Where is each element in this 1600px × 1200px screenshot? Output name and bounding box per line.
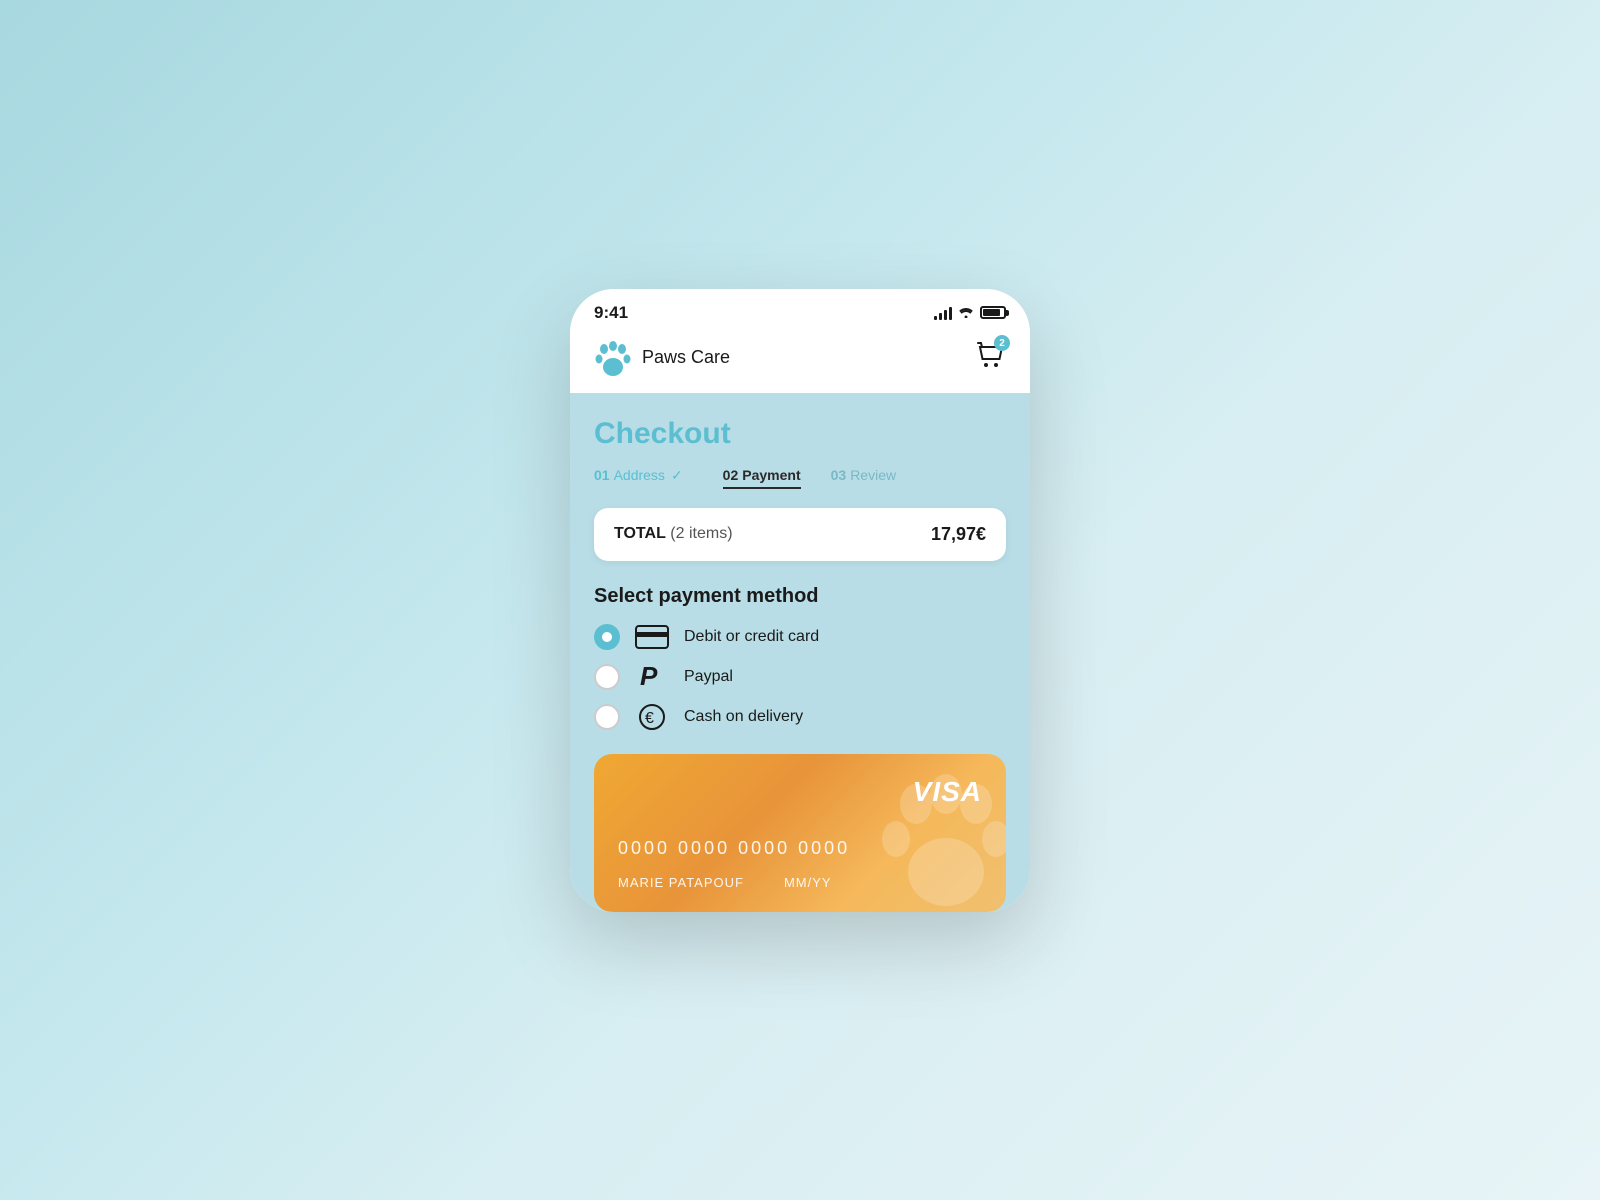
radio-paypal[interactable] [594,664,620,690]
svg-text:€: € [645,710,654,727]
checkout-title: Checkout [594,417,1006,451]
payment-option-paypal[interactable]: P Paypal [594,664,1006,690]
app-header: Paws Care 2 [570,331,1030,393]
paypal-icon: P [640,663,664,691]
step-address[interactable]: 01 Address ✓ [594,467,683,484]
battery-icon [980,306,1006,319]
payment-option-card[interactable]: Debit or credit card [594,624,1006,650]
total-amount: 17,97€ [931,524,986,545]
credit-card-visual: VISA 0000 0000 0000 0000 MARIE PATAPOUF … [594,754,1006,912]
app-brand: Paws Care [594,339,730,377]
cart-wrapper[interactable]: 2 [974,339,1006,376]
payment-option-cash[interactable]: € Cash on delivery [594,704,1006,730]
payment-name-paypal: Paypal [684,668,733,686]
total-label: TOTAL (2 items) [614,525,733,543]
card-holder: MARIE PATAPOUF [618,875,744,890]
app-name: Paws Care [642,347,730,368]
card-expiry: MM/YY [784,875,832,890]
step-label-1: Address [614,467,665,483]
card-paw-bg [856,764,1006,912]
payment-name-card: Debit or credit card [684,628,819,646]
step-payment[interactable]: 02 Payment [723,467,801,483]
phone-frame: 9:41 [570,289,1030,912]
paypal-icon-wrap: P [634,664,670,690]
step-review[interactable]: 03 Review [831,467,896,483]
status-icons [934,305,1006,321]
svg-text:P: P [640,663,658,691]
cart-badge: 2 [994,335,1010,351]
card-icon-wrap [634,624,670,650]
radio-card[interactable] [594,624,620,650]
main-content: Checkout 01 Address ✓ 02 Payment 03 Revi… [570,393,1030,912]
step-label-3: Review [850,467,896,483]
signal-icon [934,306,952,320]
euro-icon: € [638,703,666,731]
status-bar: 9:41 [570,289,1030,331]
cash-icon-wrap: € [634,704,670,730]
payment-section-title: Select payment method [594,585,1006,608]
radio-cash[interactable] [594,704,620,730]
step-number-3: 03 [831,467,847,483]
total-card: TOTAL (2 items) 17,97€ [594,508,1006,561]
credit-card-icon [635,625,669,649]
step-number-2: 02 [723,467,739,483]
status-time: 9:41 [594,303,628,323]
checkout-steps: 01 Address ✓ 02 Payment 03 Review [594,467,1006,484]
wifi-icon [958,305,974,321]
payment-name-cash: Cash on delivery [684,708,803,726]
step-label-2: Payment [742,467,800,483]
paw-logo [594,339,632,377]
payment-options: Debit or credit card P Paypal € [594,624,1006,730]
step-number-1: 01 [594,467,610,483]
checkmark-icon: ✓ [671,467,683,484]
